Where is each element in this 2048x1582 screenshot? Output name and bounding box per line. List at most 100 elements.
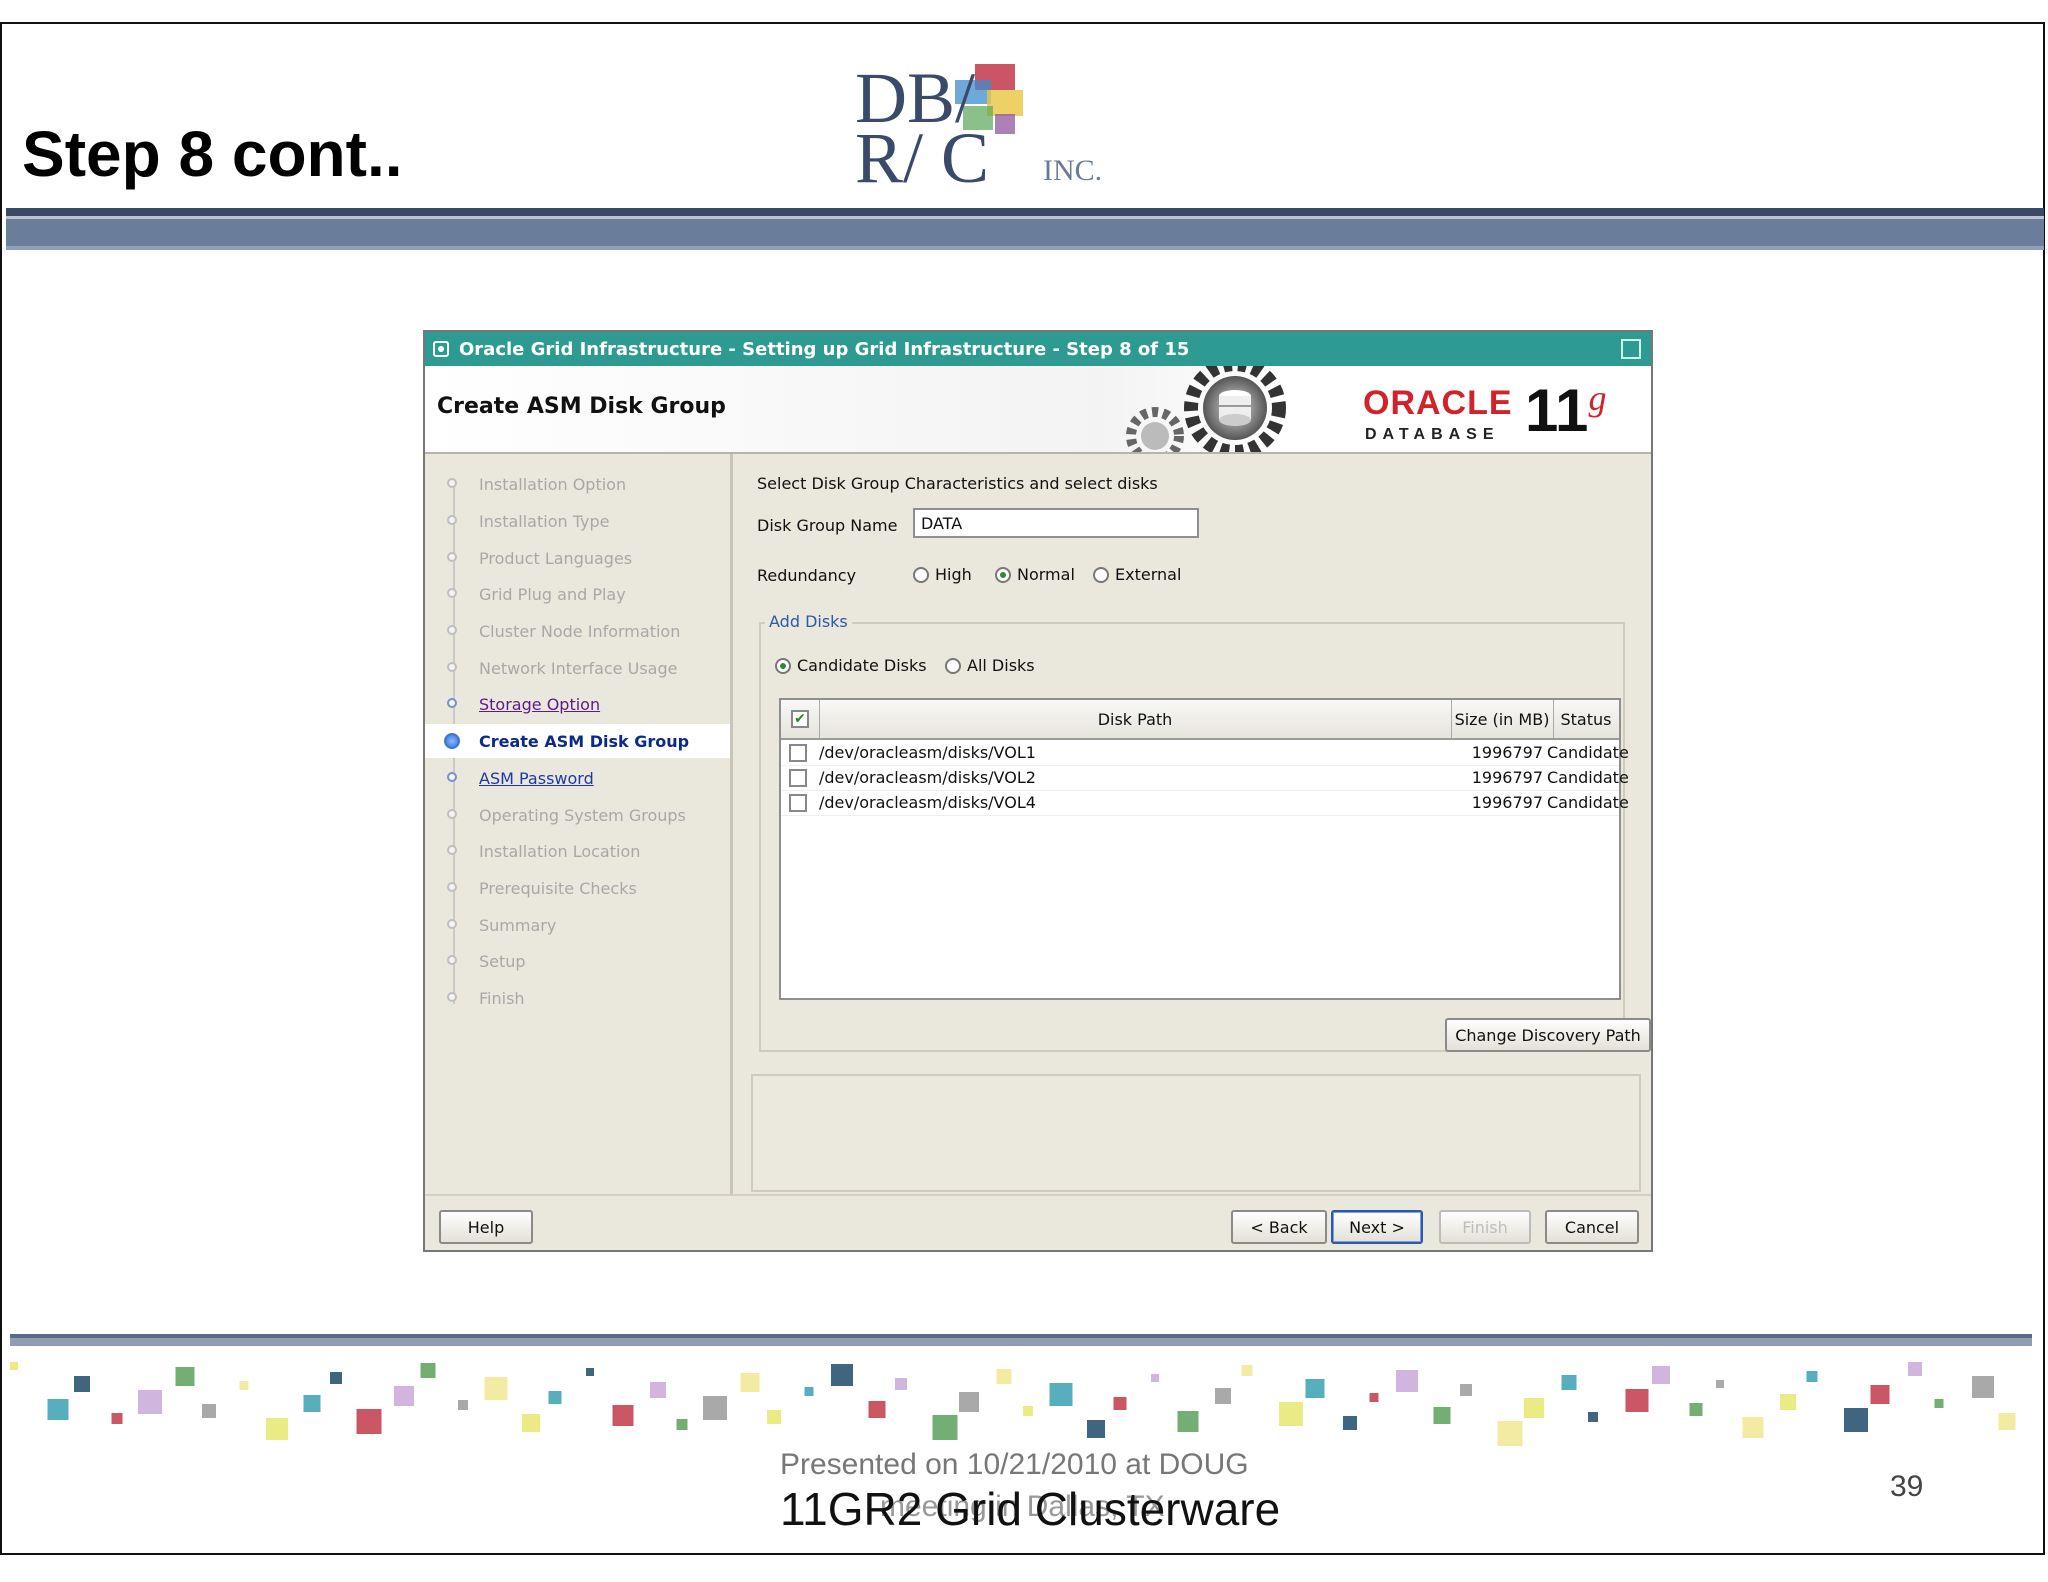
nav-item-setup: Setup <box>425 944 730 978</box>
change-discovery-path-button[interactable]: Change Discovery Path <box>1445 1018 1651 1052</box>
table-row[interactable]: /dev/oracleasm/disks/VOL4 1996797 Candid… <box>781 790 1629 816</box>
disk-path-header[interactable]: Disk Path <box>819 700 1452 738</box>
nav-item-operating-system-groups: Operating System Groups <box>425 798 730 832</box>
decorative-square <box>175 1367 195 1386</box>
size-cell: 1996797 <box>1471 793 1543 812</box>
decorative-square <box>1652 1366 1670 1384</box>
decorative-square <box>612 1405 634 1426</box>
decorative-square <box>1241 1365 1253 1376</box>
step-link-icon <box>447 772 457 782</box>
nav-item-grid-plug-and-play: Grid Plug and Play <box>425 577 730 611</box>
svg-text:INC.: INC. <box>1043 154 1102 187</box>
maximize-icon[interactable] <box>1621 339 1641 359</box>
decorative-square <box>676 1419 688 1430</box>
finish-button: Finish <box>1439 1210 1531 1244</box>
decorative-square <box>1972 1376 1994 1398</box>
step-done-icon <box>447 625 457 635</box>
step-pending-icon <box>447 919 457 929</box>
radio-unselected-icon <box>913 566 929 583</box>
step-done-icon <box>447 478 457 488</box>
decorative-square <box>1049 1383 1073 1406</box>
decorative-square <box>484 1377 508 1400</box>
row-checkbox[interactable] <box>789 768 807 787</box>
decorative-square <box>932 1415 958 1440</box>
all-disks-radio[interactable]: All Disks <box>945 656 1035 675</box>
redundancy-external-radio[interactable]: External <box>1093 565 1181 584</box>
decorative-square <box>1689 1403 1703 1416</box>
decorative-square <box>1369 1393 1379 1402</box>
row-checkbox[interactable] <box>789 743 807 762</box>
size-cell: 1996797 <box>1471 743 1543 762</box>
decorative-square <box>1497 1421 1523 1446</box>
decorative-square <box>1588 1412 1598 1422</box>
decorative-square <box>47 1399 69 1420</box>
radio-unselected-icon <box>1093 566 1109 583</box>
nav-item-summary: Summary <box>425 908 730 942</box>
decorative-square <box>1870 1385 1890 1404</box>
decorative-square <box>1998 1413 2016 1430</box>
decorative-square <box>1433 1407 1451 1424</box>
table-row[interactable]: /dev/oracleasm/disks/VOL2 1996797 Candid… <box>781 765 1629 791</box>
status-cell: Candidate <box>1547 793 1629 812</box>
row-checkbox[interactable] <box>789 793 807 812</box>
step-pending-icon <box>447 992 457 1002</box>
step-done-icon <box>447 552 457 562</box>
nav-item-network-interface-usage: Network Interface Usage <box>425 651 730 685</box>
select-all-checkbox[interactable]: ✔ <box>791 710 809 728</box>
decorative-square <box>1460 1384 1472 1396</box>
disk-group-name-input[interactable] <box>913 508 1199 538</box>
decorative-square <box>1087 1420 1105 1438</box>
decorative-square <box>356 1409 382 1434</box>
decorative-square <box>804 1387 814 1396</box>
instruction-text: Select Disk Group Characteristics and se… <box>757 474 1158 493</box>
step-done-icon <box>447 662 457 672</box>
decorative-square <box>111 1413 123 1424</box>
decorative-square <box>1113 1397 1127 1410</box>
nav-item-storage-option[interactable]: Storage Option <box>425 687 730 721</box>
table-row[interactable]: /dev/oracleasm/disks/VOL1 1996797 Candid… <box>781 740 1629 766</box>
decorative-square <box>1716 1380 1724 1388</box>
next-button[interactable]: Next > <box>1331 1210 1423 1244</box>
nav-item-asm-password[interactable]: ASM Password <box>425 761 730 795</box>
select-all-cell: ✔ <box>781 700 820 738</box>
decorative-square <box>420 1363 436 1378</box>
decorative-square <box>1023 1406 1033 1416</box>
decorative-square <box>522 1414 540 1432</box>
svg-text:R/ C: R/ C <box>855 118 989 190</box>
cancel-button[interactable]: Cancel <box>1545 1210 1639 1244</box>
redundancy-normal-radio[interactable]: Normal <box>995 565 1075 584</box>
size-header[interactable]: Size (in MB) <box>1451 700 1554 738</box>
decorative-square <box>458 1400 468 1410</box>
decorative-square <box>1934 1399 1944 1408</box>
nav-item-create-asm-disk-group: Create ASM Disk Group <box>425 724 730 758</box>
disk-path-cell: /dev/oracleasm/disks/VOL4 <box>819 793 1036 812</box>
window-icon <box>433 341 449 357</box>
redundancy-high-radio[interactable]: High <box>913 565 972 584</box>
decorative-square <box>1343 1416 1357 1430</box>
decorative-square <box>895 1378 907 1390</box>
step-pending-icon <box>447 845 457 855</box>
back-button[interactable]: < Back <box>1231 1210 1327 1244</box>
nav-item-cluster-node-information: Cluster Node Information <box>425 614 730 648</box>
slide-title: Step 8 cont.. <box>22 118 403 190</box>
decorative-square <box>959 1392 979 1412</box>
decorative-square <box>767 1410 781 1424</box>
decorative-square <box>548 1391 562 1404</box>
step-done-icon <box>447 588 457 598</box>
redundancy-label: Redundancy <box>757 566 857 585</box>
help-button[interactable]: Help <box>439 1210 533 1244</box>
decorative-square <box>1625 1389 1649 1412</box>
database-logo-text: DATABASE <box>1365 426 1500 443</box>
decorative-square <box>831 1364 853 1386</box>
nav-item-prerequisite-checks: Prerequisite Checks <box>425 871 730 905</box>
candidate-disks-radio[interactable]: Candidate Disks <box>775 656 927 675</box>
decorative-square <box>586 1368 594 1376</box>
decorative-square <box>74 1376 90 1392</box>
status-header[interactable]: Status <box>1553 700 1619 738</box>
decorative-square <box>868 1401 886 1418</box>
footer-band <box>10 1334 2032 1346</box>
decorative-square <box>303 1395 321 1412</box>
disk-table: ✔ Disk Path Size (in MB) Status /dev/ora… <box>779 698 1629 1000</box>
step-visited-icon <box>447 698 457 708</box>
footer-title: 11GR2 Grid Clusterware <box>780 1483 1281 1535</box>
